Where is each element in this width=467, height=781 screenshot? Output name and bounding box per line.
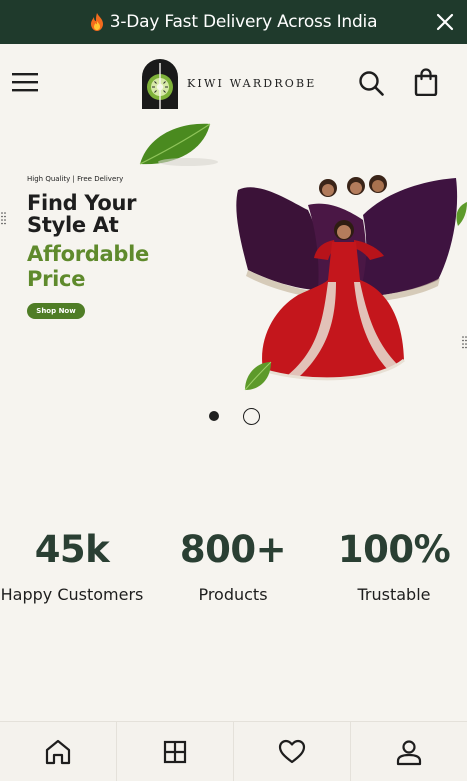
- heart-icon: [278, 739, 306, 764]
- stat-label: Trustable: [357, 585, 431, 604]
- search-icon[interactable]: [358, 70, 384, 96]
- bottom-navigation: [0, 721, 467, 781]
- slide-indicator-1-active[interactable]: [209, 411, 219, 421]
- stat-label: Products: [198, 585, 268, 604]
- close-icon[interactable]: [433, 10, 457, 34]
- nav-home[interactable]: [0, 722, 117, 781]
- nav-account[interactable]: [351, 722, 467, 781]
- hero-models-photo: [236, 175, 458, 381]
- stat-customers: 45k Happy Customers: [0, 528, 152, 604]
- hero-heading-accent: Affordable Price: [27, 242, 149, 292]
- hero-heading-line1: Find Your: [27, 191, 137, 215]
- stat-products: 800+ Products: [153, 528, 313, 604]
- dot-pattern-decoration: [462, 336, 467, 349]
- hero-heading: Find Your Style At: [27, 192, 136, 236]
- shop-now-button[interactable]: Shop Now: [27, 303, 85, 319]
- flame-icon: [90, 13, 103, 31]
- brand-logo[interactable]: KIWI WARDROBE: [140, 57, 317, 109]
- stats-section: 45k Happy Customers 800+ Products 100% T…: [0, 440, 467, 720]
- stat-value: 100%: [337, 528, 451, 571]
- leaf-decoration: [139, 123, 218, 166]
- kiwi-logo-icon: [142, 59, 178, 109]
- grid-icon: [163, 740, 187, 764]
- stat-trustable: 100% Trustable: [314, 528, 467, 604]
- announcement-text: 3-Day Fast Delivery Across India: [109, 12, 378, 32]
- stat-value: 800+: [179, 528, 287, 571]
- stat-label: Happy Customers: [0, 585, 144, 604]
- hero-heading-line2: Style At: [27, 213, 119, 237]
- leaf-decoration: [244, 361, 272, 391]
- hero-banner[interactable]: High Quality | Free Delivery Find Your S…: [0, 122, 467, 440]
- slide-indicator-2[interactable]: [243, 408, 260, 425]
- hero-accent-line2: Price: [27, 267, 86, 291]
- dot-pattern-decoration: [1, 212, 6, 225]
- home-icon: [45, 739, 71, 765]
- announcement-bar: 3-Day Fast Delivery Across India: [0, 0, 467, 44]
- brand-name: KIWI WARDROBE: [187, 76, 317, 90]
- hero-accent-line1: Affordable: [27, 242, 149, 266]
- nav-wishlist[interactable]: [234, 722, 351, 781]
- leaf-decoration: [456, 202, 467, 226]
- site-header: KIWI WARDROBE: [0, 44, 467, 122]
- hero-tagline: High Quality | Free Delivery: [27, 175, 124, 183]
- stat-value: 45k: [34, 528, 110, 571]
- user-icon: [396, 740, 422, 766]
- hamburger-menu-icon[interactable]: [12, 71, 38, 93]
- shopping-bag-icon[interactable]: [413, 68, 439, 96]
- nav-categories[interactable]: [117, 722, 234, 781]
